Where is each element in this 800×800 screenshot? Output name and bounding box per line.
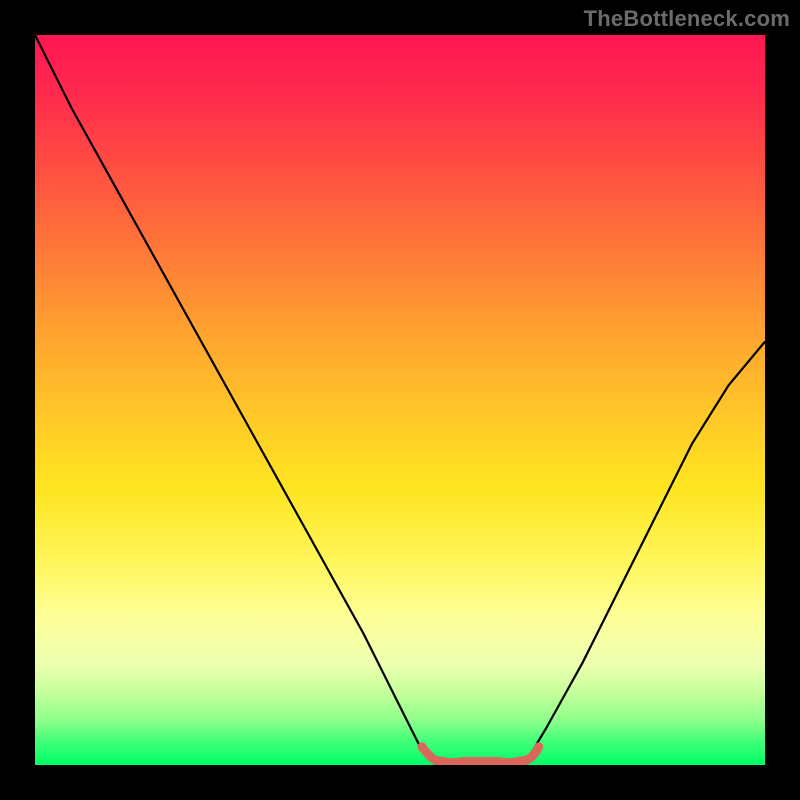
curve-left-branch bbox=[35, 35, 437, 765]
plot-area bbox=[35, 35, 765, 765]
curve-layer bbox=[35, 35, 765, 765]
chart-frame: TheBottleneck.com bbox=[0, 0, 800, 800]
watermark-text: TheBottleneck.com bbox=[584, 6, 790, 32]
curve-right-branch bbox=[524, 342, 765, 765]
highlight-segment bbox=[422, 747, 539, 763]
